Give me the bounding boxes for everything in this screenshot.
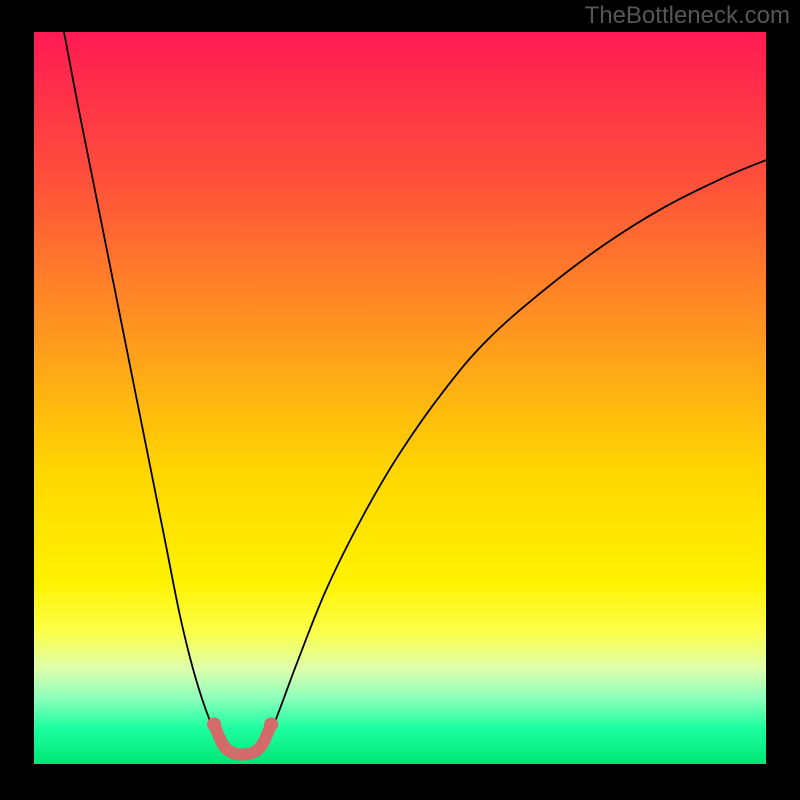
watermark-text: TheBottleneck.com xyxy=(585,2,790,30)
optimal-endpoint-marker xyxy=(207,717,221,731)
optimal-endpoint-marker xyxy=(264,717,278,731)
gradient-background xyxy=(34,32,766,764)
plot-area xyxy=(34,32,766,764)
chart-frame: TheBottleneck.com xyxy=(0,0,800,800)
chart-svg xyxy=(34,32,766,764)
